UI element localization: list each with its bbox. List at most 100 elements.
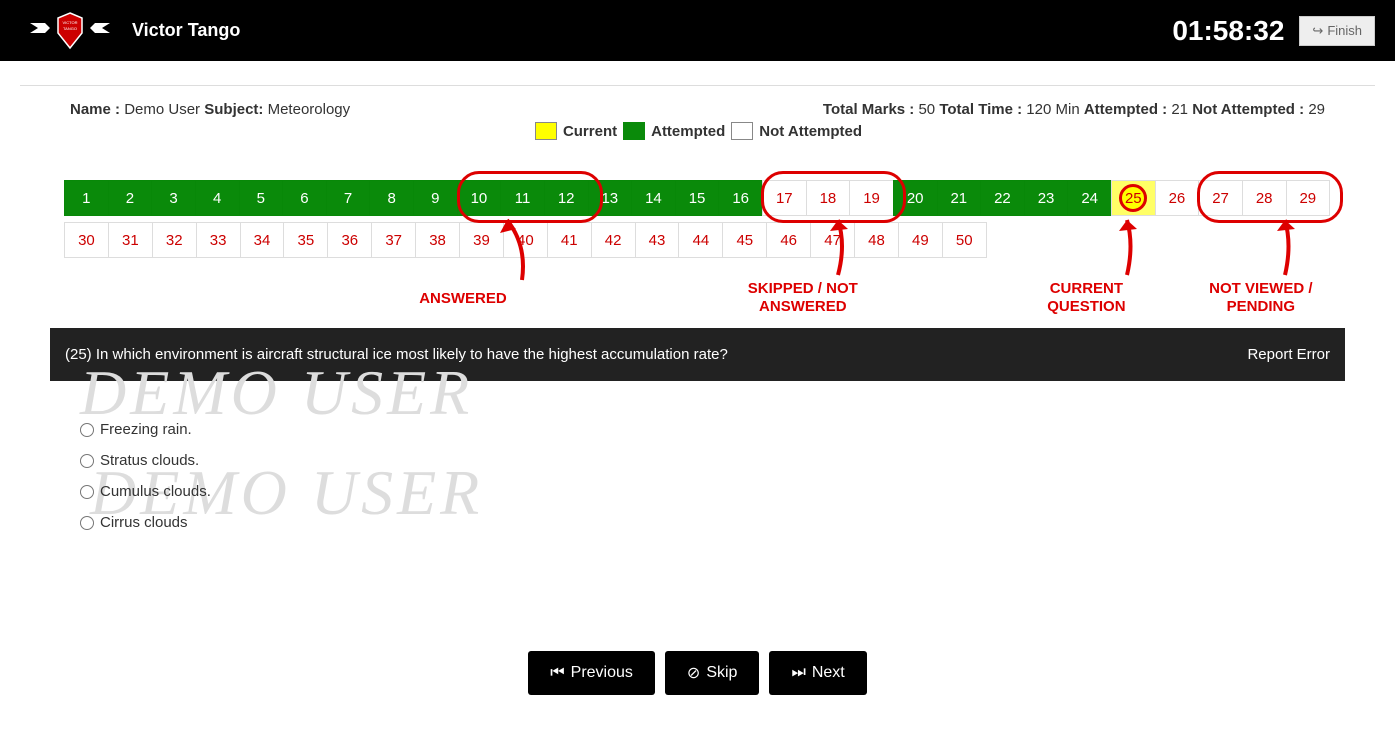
question-cell-7[interactable]: 7: [326, 180, 371, 216]
question-cell-38[interactable]: 38: [415, 222, 460, 258]
question-cell-44[interactable]: 44: [678, 222, 723, 258]
question-cell-28[interactable]: 28: [1242, 180, 1287, 216]
annotation-label-answered: ANSWERED: [419, 290, 507, 308]
question-cell-47[interactable]: 47: [810, 222, 855, 258]
total-time-label: Total Time :: [939, 101, 1022, 118]
question-cell-2[interactable]: 2: [108, 180, 153, 216]
question-cell-19[interactable]: 19: [849, 180, 894, 216]
skip-icon: ⊘: [687, 663, 700, 683]
question-cell-9[interactable]: 9: [413, 180, 458, 216]
previous-icon: ⏮: [550, 664, 564, 682]
question-cell-5[interactable]: 5: [239, 180, 284, 216]
next-button[interactable]: ⏭ Next: [769, 651, 866, 695]
question-cell-30[interactable]: 30: [64, 222, 109, 258]
question-cell-48[interactable]: 48: [854, 222, 899, 258]
question-cell-45[interactable]: 45: [722, 222, 767, 258]
question-cell-41[interactable]: 41: [547, 222, 592, 258]
question-cell-42[interactable]: 42: [591, 222, 636, 258]
total-marks-label: Total Marks :: [823, 101, 914, 118]
annotation-label-current: CURRENT QUESTION: [1026, 280, 1146, 316]
panel: Name : Demo User Subject: Meteorology To…: [50, 86, 1345, 725]
question-cell-3[interactable]: 3: [151, 180, 196, 216]
options-area: DEMO USER DEMO USER Freezing rain.Stratu…: [50, 381, 1345, 601]
question-cell-6[interactable]: 6: [282, 180, 327, 216]
not-attempted-label: Not Attempted :: [1192, 101, 1304, 118]
question-cell-21[interactable]: 21: [937, 180, 982, 216]
svg-text:TANGO: TANGO: [63, 26, 77, 31]
content: Name : Demo User Subject: Meteorology To…: [20, 85, 1375, 725]
option-1[interactable]: Stratus clouds.: [80, 452, 1315, 469]
option-radio-2[interactable]: [80, 485, 94, 499]
option-text-2: Cumulus clouds.: [100, 483, 211, 500]
question-cell-18[interactable]: 18: [806, 180, 851, 216]
question-text: (25) In which environment is aircraft st…: [65, 346, 728, 363]
option-radio-1[interactable]: [80, 454, 94, 468]
legend-na-label: Not Attempted: [759, 123, 862, 140]
question-cell-16[interactable]: 16: [718, 180, 763, 216]
question-cell-31[interactable]: 31: [108, 222, 153, 258]
next-icon: ⏭: [791, 664, 805, 682]
question-cell-34[interactable]: 34: [240, 222, 285, 258]
option-2[interactable]: Cumulus clouds.: [80, 483, 1315, 500]
option-radio-3[interactable]: [80, 516, 94, 530]
logout-icon: ↪: [1312, 23, 1323, 39]
question-cell-33[interactable]: 33: [196, 222, 241, 258]
question-row-2: 3031323334353637383940414243444546474849…: [65, 222, 1330, 258]
header-left: VICTOR TANGO Victor Tango: [20, 8, 240, 53]
previous-label: Previous: [571, 664, 633, 682]
question-cell-12[interactable]: 12: [544, 180, 589, 216]
finish-button[interactable]: ↪ Finish: [1299, 16, 1375, 46]
question-cell-11[interactable]: 11: [500, 180, 545, 216]
total-marks-value: 50: [918, 101, 935, 118]
nav-buttons: ⏮ Previous ⊘ Skip ⏭ Next: [50, 651, 1345, 695]
options-list: Freezing rain. Stratus clouds. Cumulus clo…: [80, 421, 1315, 531]
question-cell-8[interactable]: 8: [369, 180, 414, 216]
skip-button[interactable]: ⊘ Skip: [665, 651, 760, 695]
total-time-value: 120 Min: [1026, 101, 1079, 118]
brand-title: Victor Tango: [132, 20, 240, 41]
option-3[interactable]: Cirrus clouds: [80, 514, 1315, 531]
question-cell-24[interactable]: 24: [1067, 180, 1112, 216]
legend-attempted-label: Attempted: [651, 123, 725, 140]
not-attempted-value: 29: [1308, 101, 1325, 118]
question-cell-17[interactable]: 17: [762, 180, 807, 216]
question-cell-49[interactable]: 49: [898, 222, 943, 258]
question-cell-27[interactable]: 27: [1198, 180, 1243, 216]
question-cell-46[interactable]: 46: [766, 222, 811, 258]
next-label: Next: [812, 664, 845, 682]
question-cell-35[interactable]: 35: [283, 222, 328, 258]
question-cell-32[interactable]: 32: [152, 222, 197, 258]
question-cell-43[interactable]: 43: [635, 222, 680, 258]
question-cell-36[interactable]: 36: [327, 222, 372, 258]
question-cell-22[interactable]: 22: [980, 180, 1025, 216]
question-cell-25[interactable]: 25: [1111, 180, 1156, 216]
skip-label: Skip: [706, 664, 737, 682]
name-label: Name :: [70, 101, 120, 118]
option-0[interactable]: Freezing rain.: [80, 421, 1315, 438]
question-grid: 1234567891011121314151617181920212223242…: [65, 180, 1330, 258]
option-text-3: Cirrus clouds: [100, 514, 188, 531]
question-cell-10[interactable]: 10: [457, 180, 502, 216]
attempted-label: Attempted :: [1084, 101, 1167, 118]
info-right: Total Marks : 50 Total Time : 120 Min At…: [823, 101, 1325, 118]
previous-button[interactable]: ⏮ Previous: [528, 651, 655, 695]
question-cell-23[interactable]: 23: [1024, 180, 1069, 216]
question-cell-15[interactable]: 15: [675, 180, 720, 216]
report-error-link[interactable]: Report Error: [1247, 346, 1330, 363]
question-cell-4[interactable]: 4: [195, 180, 240, 216]
header-right: 01:58:32 ↪ Finish: [1172, 15, 1375, 47]
question-cell-14[interactable]: 14: [631, 180, 676, 216]
question-cell-37[interactable]: 37: [371, 222, 416, 258]
question-cell-20[interactable]: 20: [893, 180, 938, 216]
header: VICTOR TANGO Victor Tango 01:58:32 ↪ Fin…: [0, 0, 1395, 61]
question-cell-26[interactable]: 26: [1155, 180, 1200, 216]
question-cell-29[interactable]: 29: [1286, 180, 1331, 216]
question-cell-40[interactable]: 40: [503, 222, 548, 258]
question-cell-50[interactable]: 50: [942, 222, 987, 258]
question-cell-13[interactable]: 13: [588, 180, 633, 216]
option-text-0: Freezing rain.: [100, 421, 192, 438]
option-radio-0[interactable]: [80, 423, 94, 437]
question-cell-39[interactable]: 39: [459, 222, 504, 258]
question-cell-1[interactable]: 1: [64, 180, 109, 216]
attempted-value: 21: [1171, 101, 1188, 118]
